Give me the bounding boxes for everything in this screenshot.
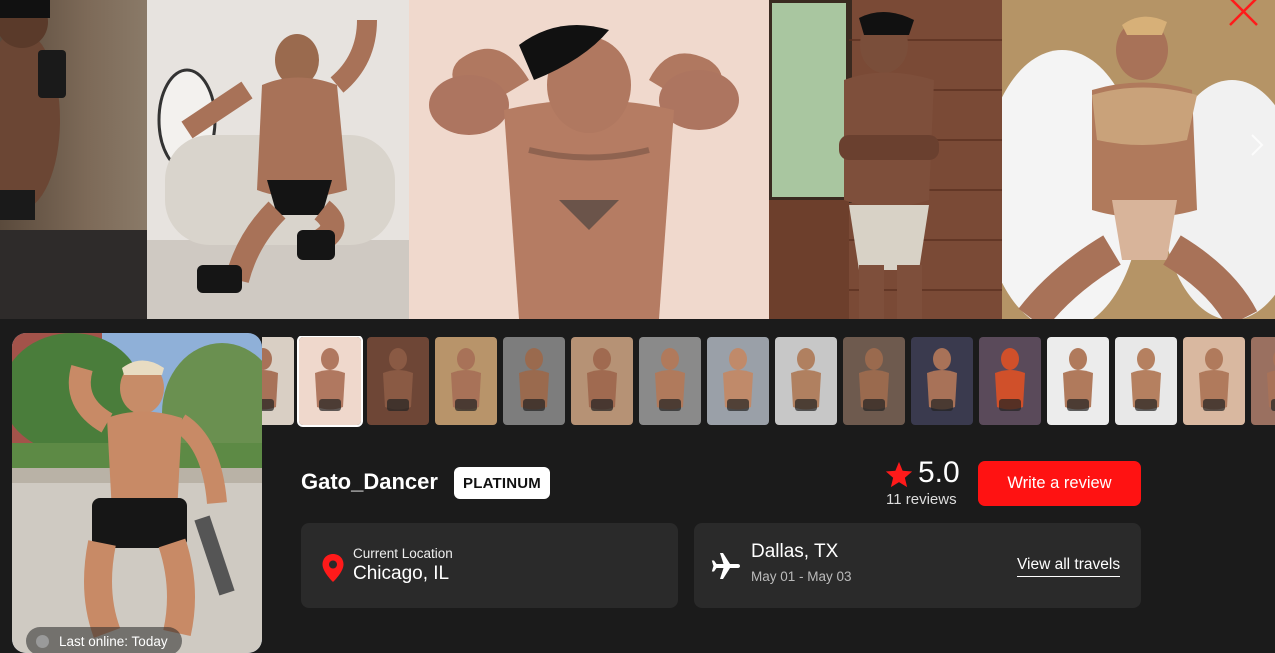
location-value: Chicago, IL (353, 563, 450, 584)
thumbnail[interactable] (843, 337, 905, 425)
profile-name: Gato_Dancer (301, 469, 438, 494)
thumbnail[interactable] (262, 337, 294, 425)
travel-city: Dallas, TX (751, 541, 839, 562)
gallery-photo[interactable] (1002, 0, 1275, 319)
location-label: Current Location (353, 546, 453, 561)
chevron-right-icon[interactable] (1247, 130, 1267, 160)
travel-card: Dallas, TX May 01 - May 03 View all trav… (694, 523, 1141, 608)
thumbnail[interactable] (707, 337, 769, 425)
thumbnail[interactable] (571, 337, 633, 425)
status-dot-icon (36, 634, 49, 648)
thumbnail[interactable] (775, 337, 837, 425)
thumbnail[interactable] (1251, 337, 1275, 425)
gallery-photo[interactable] (769, 0, 1002, 319)
thumbnail[interactable] (297, 336, 363, 427)
tier-badge: PLATINUM (454, 467, 550, 499)
online-status-badge: Last online: Today (26, 627, 182, 653)
close-icon[interactable] (1227, 0, 1261, 28)
thumbnail[interactable] (1183, 337, 1245, 425)
star-icon (885, 461, 913, 488)
rating-summary[interactable]: 5.0 11 reviews (884, 456, 962, 508)
thumbnail[interactable] (979, 337, 1041, 425)
travel-dates: May 01 - May 03 (751, 569, 852, 584)
thumbnail[interactable] (503, 337, 565, 425)
location-pin-icon (322, 554, 344, 582)
gallery-photo[interactable] (147, 0, 409, 319)
review-count: 11 reviews (886, 491, 957, 508)
thumbnail[interactable] (367, 337, 429, 425)
view-all-travels-link[interactable]: View all travels (1017, 556, 1121, 577)
rating-value: 5.0 (918, 456, 960, 489)
gallery-photo[interactable] (0, 0, 147, 319)
current-location-card: Current Location Chicago, IL (301, 523, 678, 608)
airplane-icon (711, 553, 740, 579)
gallery-photo[interactable] (409, 0, 769, 319)
photo-gallery (0, 0, 1275, 319)
thumbnail[interactable] (1047, 337, 1109, 425)
thumbnail-strip (262, 336, 1275, 428)
profile-photo[interactable]: Last online: Today (12, 333, 262, 653)
profile-section: Last online: Today Gato_Dancer PLATINUM … (0, 319, 1275, 653)
thumbnail[interactable] (1115, 337, 1177, 425)
thumbnail[interactable] (639, 337, 701, 425)
write-review-button[interactable]: Write a review (978, 461, 1141, 506)
thumbnail[interactable] (435, 337, 497, 425)
thumbnail[interactable] (911, 337, 973, 425)
last-online-text: Last online: Today (59, 633, 168, 649)
